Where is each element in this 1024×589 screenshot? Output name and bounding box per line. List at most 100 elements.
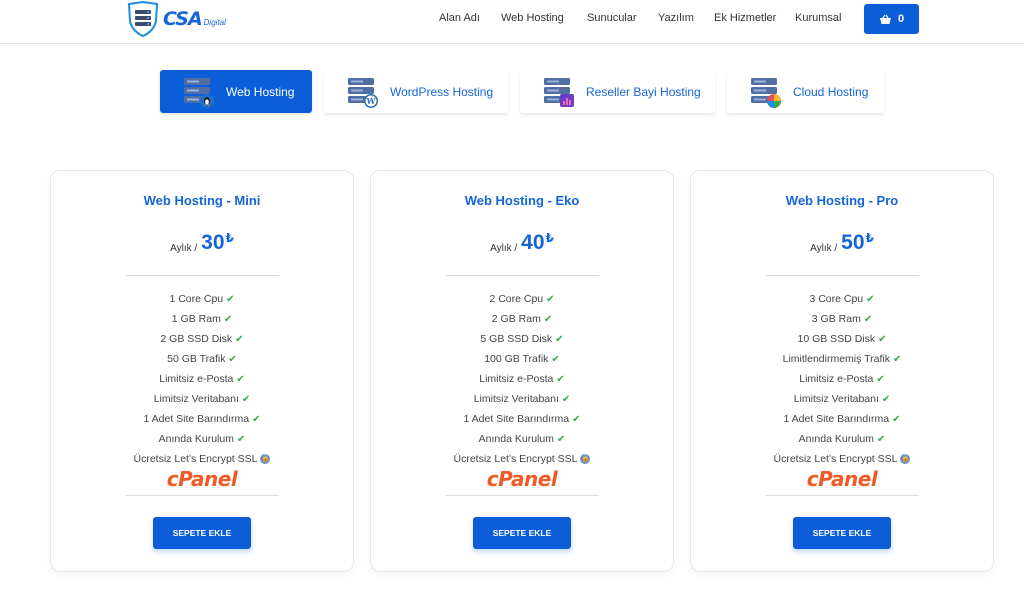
- feature-item: 2 GB SSD Disk ✔: [160, 333, 244, 345]
- nav-item-sunucular[interactable]: Sunucular: [587, 12, 637, 24]
- tab-label: Web Hosting: [226, 84, 295, 99]
- check-icon: ✔: [878, 334, 887, 345]
- feature-item-ssl: Ücretsiz Let's Encrypt SSL 🔒: [453, 453, 591, 465]
- check-icon: ✔: [556, 374, 565, 385]
- cpanel-logo: cPanel: [166, 467, 238, 491]
- check-icon: ✔: [555, 334, 564, 345]
- tab-label: Cloud Hosting: [793, 84, 869, 99]
- feature-item: 1 Adet Site Barındırma ✔: [463, 413, 581, 425]
- nav-item-kurumsal[interactable]: Kurumsal: [795, 12, 841, 24]
- plan-title: Web Hosting - Eko: [464, 193, 580, 208]
- feature-item: Anında Kurulum ✔: [158, 433, 246, 445]
- shield-server-icon: [127, 1, 159, 37]
- feature-item: 5 GB SSD Disk ✔: [480, 333, 564, 345]
- feature-item: 10 GB SSD Disk ✔: [797, 333, 887, 345]
- ssl-lock-icon: 🔒: [900, 454, 911, 465]
- feature-item: 1 Adet Site Barındırma ✔: [783, 413, 901, 425]
- divider: [446, 495, 599, 496]
- feature-item: Limitlendirmemiş Trafik ✔: [782, 353, 902, 365]
- site-header: CSA Digital Alan Adı Web Hosting Sunucul…: [0, 0, 1024, 44]
- check-icon: ✔: [876, 374, 885, 385]
- check-icon: ✔: [876, 434, 886, 445]
- feature-item: 100 GB Trafik ✔: [484, 353, 560, 365]
- divider: [766, 495, 919, 496]
- cloud-server-icon: [749, 75, 783, 109]
- svg-text:W: W: [366, 96, 377, 106]
- linux-server-icon: [182, 75, 216, 109]
- check-icon: ✔: [226, 294, 235, 305]
- nav-item-alan-adi[interactable]: Alan Adı: [439, 12, 480, 24]
- feature-item: Anında Kurulum ✔: [798, 433, 886, 445]
- cpanel-logo: cPanel: [806, 467, 878, 491]
- tab-label: Reseller Bayi Hosting: [586, 84, 701, 99]
- basket-icon: [879, 14, 891, 24]
- logo[interactable]: CSA Digital: [126, 1, 236, 37]
- price-value: 50: [841, 231, 865, 254]
- check-icon: ✔: [881, 394, 891, 405]
- feature-item: Limitsiz Veritabanı ✔: [793, 393, 891, 405]
- tab-label: WordPress Hosting: [390, 84, 494, 99]
- add-to-cart-button[interactable]: SEPETE EKLE: [473, 517, 571, 549]
- check-icon: ✔: [223, 314, 233, 325]
- plan-title: Web Hosting - Pro: [785, 193, 899, 208]
- cart-button[interactable]: 0: [864, 4, 919, 34]
- cpanel-logo: cPanel: [486, 467, 558, 491]
- check-icon: ✔: [866, 294, 875, 305]
- feature-item: Limitsiz e-Posta ✔: [159, 373, 245, 385]
- check-icon: ✔: [556, 434, 566, 445]
- price-row: Aylık / 30 ₺: [51, 231, 353, 255]
- check-icon: ✔: [543, 314, 553, 325]
- wordpress-server-icon: W: [346, 75, 380, 109]
- price-row: Aylık / 40 ₺: [371, 231, 673, 255]
- add-to-cart-button[interactable]: SEPETE EKLE: [153, 517, 251, 549]
- tab-web-hosting[interactable]: Web Hosting: [160, 70, 312, 113]
- feature-list: 2 Core Cpu ✔ 2 GB Ram ✔ 5 GB SSD Disk ✔ 100…: [371, 289, 673, 469]
- nav-item-yazilim[interactable]: Yazılım: [658, 12, 694, 24]
- nav-item-web-hosting[interactable]: Web Hosting: [501, 12, 564, 24]
- feature-item: 1 GB Ram ✔: [171, 313, 233, 325]
- check-icon: ✔: [892, 414, 901, 425]
- feature-item: 50 GB Trafik ✔: [167, 353, 237, 365]
- feature-item: 3 GB Ram ✔: [811, 313, 873, 325]
- divider: [446, 275, 599, 276]
- feature-item: 3 Core Cpu ✔: [809, 293, 875, 305]
- ssl-lock-icon: 🔒: [580, 454, 591, 465]
- price-value: 40: [521, 231, 545, 254]
- feature-item: Limitsiz e-Posta ✔: [479, 373, 565, 385]
- feature-item: Anında Kurulum ✔: [478, 433, 566, 445]
- check-icon: ✔: [235, 334, 244, 345]
- tab-reseller-hosting[interactable]: Reseller Bayi Hosting: [520, 70, 715, 113]
- price-period: Aylık /: [810, 243, 838, 254]
- feature-item: 2 GB Ram ✔: [491, 313, 553, 325]
- divider: [766, 275, 919, 276]
- check-icon: ✔: [228, 354, 237, 365]
- brand-name: CSA: [163, 8, 203, 30]
- ssl-lock-icon: 🔒: [260, 454, 271, 465]
- tab-wordpress-hosting[interactable]: W WordPress Hosting: [324, 70, 508, 113]
- feature-item: Limitsiz Veritabanı ✔: [473, 393, 571, 405]
- price-period: Aylık /: [170, 243, 198, 254]
- check-icon: ✔: [236, 434, 246, 445]
- tab-cloud-hosting[interactable]: Cloud Hosting: [727, 70, 884, 113]
- check-icon: ✔: [551, 354, 560, 365]
- check-icon: ✔: [863, 314, 873, 325]
- feature-item-ssl: Ücretsiz Let's Encrypt SSL 🔒: [773, 453, 911, 465]
- check-icon: ✔: [561, 394, 571, 405]
- check-icon: ✔: [236, 374, 245, 385]
- divider: [126, 275, 279, 276]
- feature-item-ssl: Ücretsiz Let's Encrypt SSL 🔒: [133, 453, 271, 465]
- feature-item: 2 Core Cpu ✔: [489, 293, 555, 305]
- brand-tagline: Digital: [203, 17, 226, 27]
- add-to-cart-button[interactable]: SEPETE EKLE: [793, 517, 891, 549]
- feature-item: Limitsiz e-Posta ✔: [799, 373, 885, 385]
- check-icon: ✔: [252, 414, 261, 425]
- nav-item-ek-hizmetler[interactable]: Ek Hizmetler: [714, 12, 776, 24]
- plan-card-eko: Web Hosting - Eko Aylık / 40 ₺ 2 Core Cp…: [370, 170, 674, 572]
- currency-symbol: ₺: [225, 231, 234, 245]
- price-value: 30: [201, 231, 225, 254]
- check-icon: ✔: [546, 294, 555, 305]
- feature-list: 1 Core Cpu ✔ 1 GB Ram ✔ 2 GB SSD Disk ✔ 50 …: [51, 289, 353, 469]
- currency-symbol: ₺: [865, 231, 874, 245]
- currency-symbol: ₺: [545, 231, 554, 245]
- feature-item: 1 Core Cpu ✔: [169, 293, 235, 305]
